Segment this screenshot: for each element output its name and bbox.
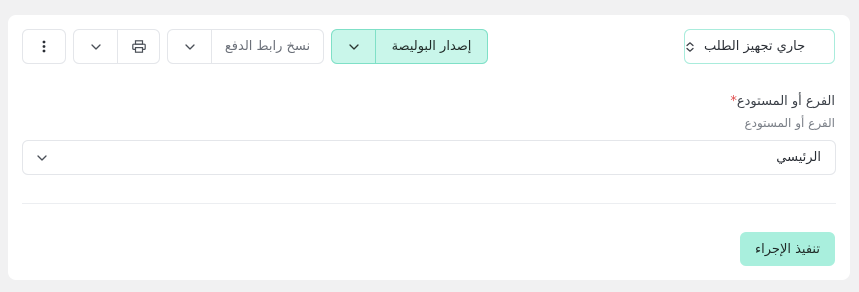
chevron-down-icon	[37, 154, 47, 161]
chevron-down-icon	[184, 43, 195, 50]
branch-select[interactable]: الرئيسي	[22, 140, 836, 175]
status-select-label: جاري تجهيز الطلب	[704, 39, 806, 54]
branch-label-text: الفرع أو المستودع	[736, 94, 835, 109]
issue-policy-split-button: إصدار البوليصة	[331, 29, 488, 64]
branch-field-label: الفرع أو المستودع*	[726, 94, 835, 109]
branch-select-value: الرئيسي	[776, 150, 821, 165]
issue-policy-dropdown-toggle[interactable]	[332, 30, 376, 63]
print-dropdown-toggle[interactable]	[74, 30, 118, 63]
chevron-down-icon	[348, 43, 359, 50]
more-vertical-icon	[42, 40, 46, 53]
chevron-up-down-icon	[685, 41, 695, 53]
branch-field-hint: الفرع أو المستودع	[744, 116, 835, 130]
printer-icon	[131, 40, 146, 53]
execute-action-button[interactable]: تنفيذ الإجراء	[740, 232, 835, 266]
divider	[22, 203, 836, 204]
issue-policy-button[interactable]: إصدار البوليصة	[376, 30, 487, 63]
action-card: جاري تجهيز الطلب إصدار البوليصة نسخ رابط…	[8, 15, 850, 280]
print-button[interactable]	[118, 30, 159, 63]
copy-payment-link-dropdown-toggle[interactable]	[168, 30, 212, 63]
copy-payment-link-split-button: نسخ رابط الدفع	[167, 29, 324, 64]
print-split-button	[73, 29, 160, 64]
chevron-down-icon	[90, 43, 101, 50]
more-actions-button[interactable]	[22, 29, 66, 64]
copy-payment-link-button[interactable]: نسخ رابط الدفع	[212, 30, 323, 63]
status-select[interactable]: جاري تجهيز الطلب	[684, 29, 835, 64]
